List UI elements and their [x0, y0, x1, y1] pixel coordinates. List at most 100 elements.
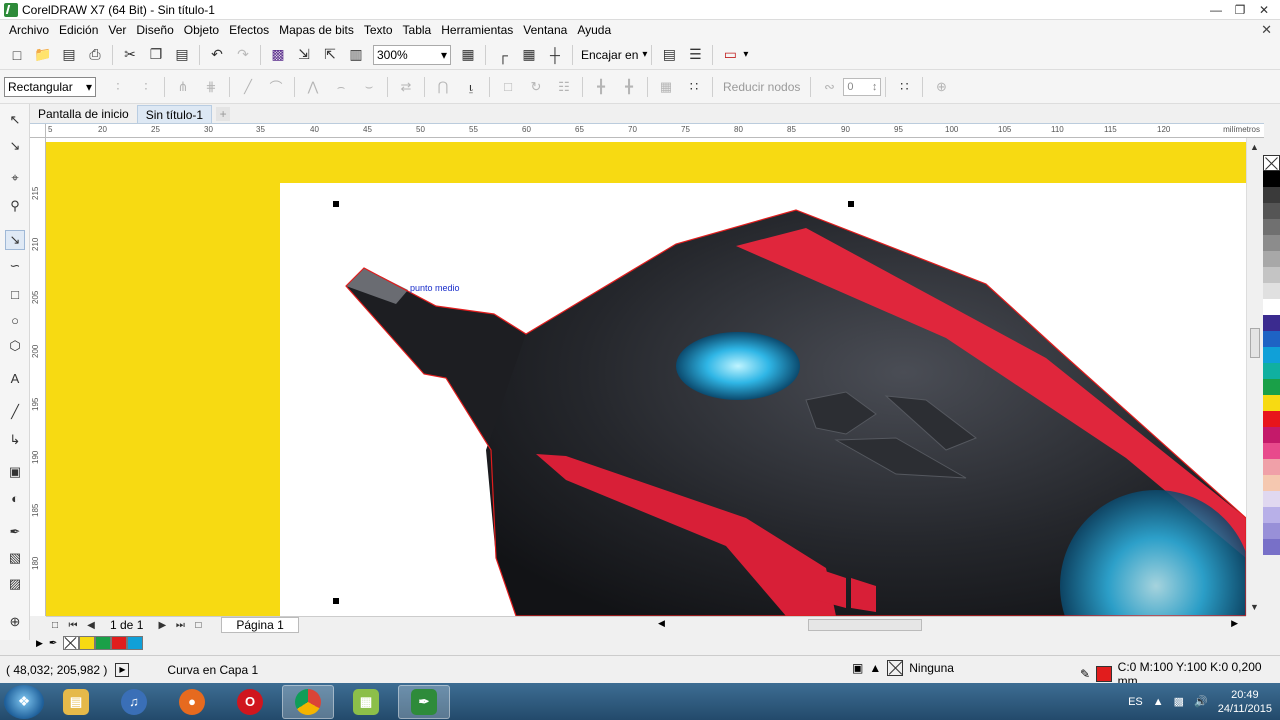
shape-tool-icon[interactable]: ↘	[5, 136, 25, 156]
quick-customize-icon[interactable]: ⊕	[930, 76, 952, 98]
taskbar-chrome[interactable]	[282, 684, 334, 719]
last-page-icon[interactable]: ⏭	[173, 618, 187, 632]
palette-swatch[interactable]	[1263, 427, 1280, 443]
selection-handle[interactable]	[848, 201, 854, 207]
selection-handle[interactable]	[333, 598, 339, 604]
elastic-mode-icon[interactable]: ▦	[655, 76, 677, 98]
selection-handle[interactable]	[333, 201, 339, 207]
fill-indicator[interactable]: ▣ ▲ Ninguna	[852, 660, 954, 676]
join-nodes-icon[interactable]: ⋔	[172, 76, 194, 98]
taskbar-explorer[interactable]: ▤	[50, 685, 102, 719]
add-tab-icon[interactable]: +	[216, 107, 231, 121]
taskbar-corel-capture[interactable]: ▦	[340, 685, 392, 719]
reverse-direction-icon[interactable]: ⇄	[395, 76, 417, 98]
network-icon[interactable]: ▩	[1174, 695, 1184, 708]
clock[interactable]: 20:49 24/11/2015	[1218, 688, 1272, 716]
add-tool-icon[interactable]: ⊕	[5, 612, 25, 632]
volume-icon[interactable]: 🔊	[1194, 695, 1208, 708]
palette-swatch[interactable]	[1263, 299, 1280, 315]
new-document-icon[interactable]: □	[6, 44, 28, 66]
zoom-select[interactable]: 300% ▾	[373, 44, 451, 65]
drawing-canvas[interactable]: punto medio	[46, 138, 1246, 616]
undo-icon[interactable]: ↶	[206, 44, 228, 66]
add-page-end-icon[interactable]: □	[191, 618, 205, 632]
scroll-up-icon[interactable]: ▲	[1250, 142, 1259, 152]
palette-swatch[interactable]	[1263, 395, 1280, 411]
prev-page-icon[interactable]: ◀	[84, 618, 98, 632]
fill-settings-icon[interactable]: ▣	[852, 661, 863, 675]
scroll-down-icon[interactable]: ▼	[1250, 602, 1259, 612]
taskbar-coreldraw[interactable]: ✒	[398, 684, 450, 719]
freehand-tool-icon[interactable]: ↘	[5, 230, 25, 250]
ruler-origin[interactable]	[30, 124, 46, 138]
next-page-icon[interactable]: ▶	[155, 618, 169, 632]
corel-connect-icon[interactable]: ▩	[267, 44, 289, 66]
palette-swatch[interactable]	[1263, 523, 1280, 539]
palette-swatch[interactable]	[1263, 267, 1280, 283]
extract-subpath-icon[interactable]: ⍸	[460, 76, 482, 98]
skew-nodes-icon[interactable]: ☷	[553, 76, 575, 98]
grid-icon[interactable]: ▦	[518, 44, 540, 66]
palette-swatch[interactable]	[1263, 379, 1280, 395]
crop-tool-icon[interactable]: ⌖	[5, 168, 25, 188]
palette-swatch[interactable]	[1263, 187, 1280, 203]
menu-herramientas[interactable]: Herramientas	[436, 23, 518, 37]
menu-diseno[interactable]: Diseño	[131, 23, 178, 37]
close-button[interactable]: ✕	[1252, 0, 1276, 20]
tab-welcome-screen[interactable]: Pantalla de inicio	[30, 105, 137, 123]
options-icon[interactable]: ☰	[684, 44, 706, 66]
tray-arrow-icon[interactable]: ▲	[1153, 696, 1164, 708]
page-tab[interactable]: Página 1	[221, 617, 299, 633]
guidelines-icon[interactable]: ┼	[544, 44, 566, 66]
cusp-node-icon[interactable]: ⋀	[302, 76, 324, 98]
to-line-icon[interactable]: ╱	[237, 76, 259, 98]
curve-smoothness-icon[interactable]: ∾	[818, 76, 840, 98]
language-indicator[interactable]: ES	[1128, 696, 1143, 708]
palette-swatch[interactable]	[1263, 411, 1280, 427]
menu-archivo[interactable]: Archivo	[4, 23, 54, 37]
polygon-tool-icon[interactable]: ⬡	[5, 336, 25, 356]
drop-shadow-icon[interactable]: ▣	[5, 462, 25, 482]
add-page-icon[interactable]: □	[48, 618, 62, 632]
welcome-screen-icon[interactable]: ▤	[658, 44, 680, 66]
vertical-scroll-thumb[interactable]	[1250, 328, 1260, 358]
menu-texto[interactable]: Texto	[359, 23, 398, 37]
minimize-button[interactable]: —	[1204, 0, 1228, 20]
menu-ver[interactable]: Ver	[103, 23, 131, 37]
menu-efectos[interactable]: Efectos	[224, 23, 274, 37]
doc-close-icon[interactable]: ✕	[1261, 22, 1272, 38]
palette-arrow-icon[interactable]: ▶	[36, 638, 43, 649]
smart-fill-icon[interactable]: ▨	[5, 574, 25, 594]
eyedropper-icon[interactable]: ✒	[5, 522, 25, 542]
export-icon[interactable]: ⇱	[319, 44, 341, 66]
palette-swatch[interactable]	[1263, 539, 1280, 555]
palette-swatch[interactable]	[1263, 283, 1280, 299]
menu-edicion[interactable]: Edición	[54, 23, 103, 37]
mirror-nodes-icon[interactable]: ╋	[618, 76, 640, 98]
taskbar-firefox[interactable]: ●	[166, 685, 218, 719]
rulers-icon[interactable]: ┌	[492, 44, 514, 66]
select-all-nodes-icon[interactable]: ∷	[683, 76, 705, 98]
menu-ayuda[interactable]: Ayuda	[572, 23, 616, 37]
copy-icon[interactable]: ❐	[145, 44, 167, 66]
add-node-icon[interactable]: ∶	[107, 76, 129, 98]
palette-swatch[interactable]	[1263, 443, 1280, 459]
ellipse-tool-icon[interactable]: ○	[5, 310, 25, 330]
palette-swatch[interactable]	[1263, 219, 1280, 235]
import-icon[interactable]: ⇲	[293, 44, 315, 66]
palette-swatch[interactable]	[1263, 315, 1280, 331]
palette-swatch[interactable]	[1263, 459, 1280, 475]
menu-ventana[interactable]: Ventana	[518, 23, 572, 37]
text-tool-icon[interactable]: A	[5, 368, 25, 388]
interactive-fill-icon[interactable]: ▧	[5, 548, 25, 568]
start-button[interactable]: ❖	[4, 684, 44, 719]
select-all-icon[interactable]: ∷	[893, 76, 915, 98]
extend-curve-icon[interactable]: ⋂	[432, 76, 454, 98]
document-palette-swatch[interactable]	[127, 636, 144, 650]
transparency-icon[interactable]: ◐	[5, 488, 25, 508]
vertical-ruler[interactable]: 215 210 205 200 195 190 185 180	[30, 138, 46, 616]
palette-swatch[interactable]	[1263, 491, 1280, 507]
connector-tool-icon[interactable]: ↳	[5, 430, 25, 450]
document-palette-swatch[interactable]	[79, 636, 96, 650]
first-page-icon[interactable]: ⏮	[66, 618, 80, 632]
